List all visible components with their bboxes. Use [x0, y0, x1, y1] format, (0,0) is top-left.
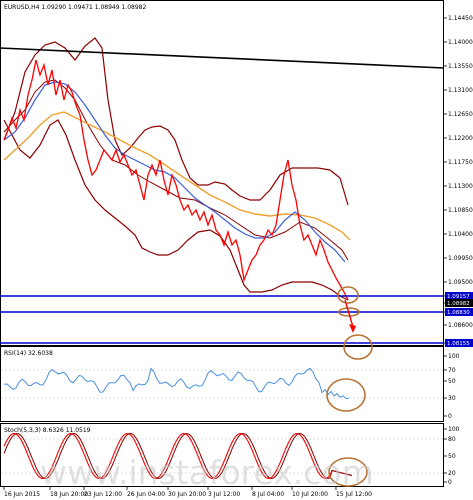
price-label: 1.09500: [448, 279, 473, 286]
stoch-title: Stoch(5,3,3) 8.6326 11.0519: [4, 427, 91, 434]
time-label: 30 Jun 20:00: [168, 491, 206, 498]
price-label: 1.10400: [448, 231, 473, 238]
time-label: 23 Jun 12:00: [84, 491, 122, 498]
rsi-axis: 100 70 50 30 0: [444, 353, 460, 420]
rsi-axis-label: 30: [448, 395, 456, 402]
main-chart-panel: [0, 0, 444, 346]
price-label: 1.11300: [448, 183, 473, 190]
price-axis: 1.14450 1.14000 1.13550 1.13100 1.12650 1.122…: [444, 15, 473, 347]
price-label: 1.14450: [448, 15, 473, 22]
time-label: 26 Jun 04:00: [127, 491, 165, 498]
time-label: 8 Jul 04:00: [252, 491, 284, 498]
price-label: 1.12200: [448, 135, 473, 142]
time-label: 18 Jun 20:00: [50, 491, 88, 498]
stoch-axis-label: 100: [448, 426, 460, 433]
rsi-axis-label: 50: [448, 378, 456, 385]
rsi-axis-label: 100: [448, 353, 460, 360]
price-label: 1.08982: [447, 301, 470, 307]
price-label: 1.08830: [447, 310, 470, 316]
price-label: 1.12650: [448, 111, 473, 118]
forex-chart: EURUSD,H4 1.09290 1.09471 1.08949 1.0898…: [0, 0, 473, 498]
price-label: 1.13100: [448, 87, 473, 94]
price-label: 1.10850: [448, 207, 473, 214]
stoch-axis: 100 80 50 20 0: [444, 426, 460, 486]
stoch-axis-label: 80: [448, 436, 456, 443]
price-label: 1.09950: [448, 255, 473, 262]
rsi-panel: [0, 346, 444, 422]
rsi-title: RSI(14) 32.6038: [4, 350, 53, 357]
stoch-axis-label: 0: [448, 479, 452, 486]
stoch-axis-label: 50: [448, 453, 456, 460]
time-label: 3 Jul 12:00: [208, 491, 240, 498]
price-label: 1.11750: [448, 159, 473, 166]
chart-header: EURUSD,H4 1.09290 1.09471 1.08949 1.0898…: [4, 4, 146, 11]
price-label: 1.14000: [448, 39, 473, 46]
price-label: 1.13550: [448, 63, 473, 70]
price-label: 1.08600: [448, 322, 473, 329]
watermark: www.instaforex.com: [40, 453, 374, 492]
time-label: 10 Jul 20:00: [292, 491, 328, 498]
rsi-axis-label: 70: [448, 367, 456, 374]
time-label: 16 Jun 2015: [4, 491, 40, 498]
price-label: 1.08155: [447, 341, 470, 347]
rsi-axis-label: 0: [448, 413, 452, 420]
stoch-axis-label: 20: [448, 470, 456, 477]
time-label: 15 Jul 12:00: [336, 491, 372, 498]
